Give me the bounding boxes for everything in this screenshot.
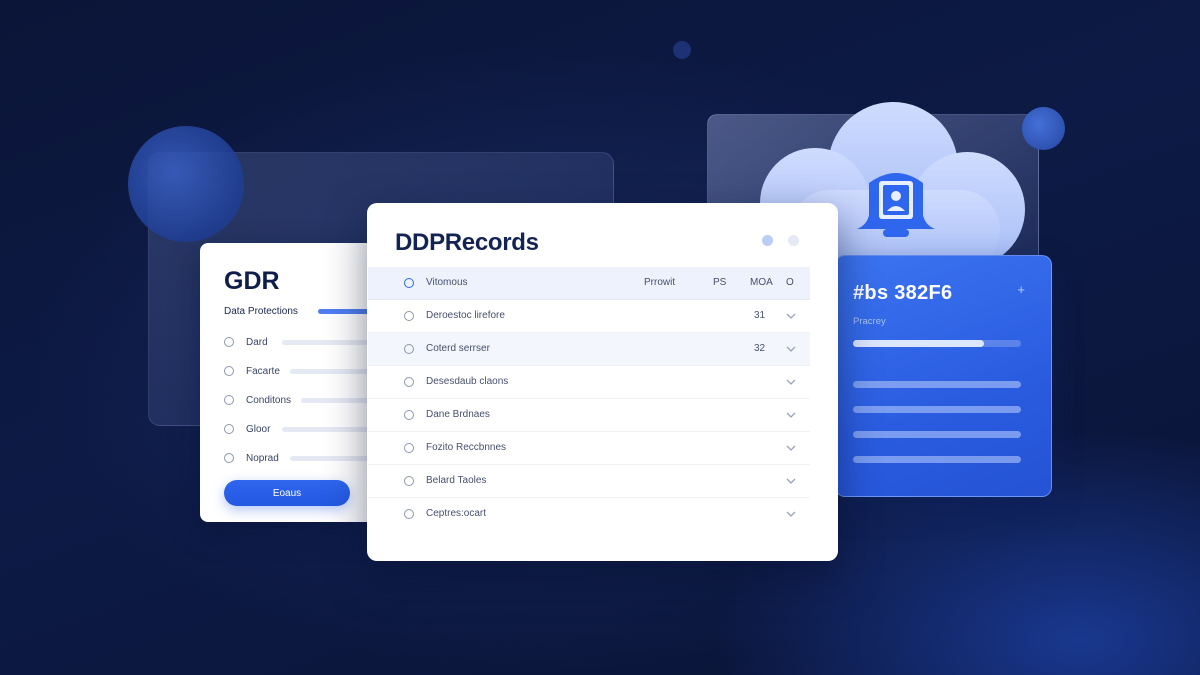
decor-orb-top [673, 41, 691, 59]
chevron-down-icon[interactable] [785, 376, 797, 388]
gdr-option-label: Noprad [246, 452, 279, 464]
row-radio[interactable] [404, 443, 414, 453]
row-radio[interactable] [404, 509, 414, 519]
gdr-option-label: Conditons [246, 394, 292, 406]
gdr-subtitle-bar [318, 309, 370, 314]
radio-button[interactable] [224, 366, 234, 376]
placeholder-line [853, 406, 1021, 413]
gdr-option[interactable]: Dard [224, 335, 268, 349]
placeholder-line [853, 456, 1021, 463]
progress-bar [853, 340, 1021, 347]
records-table: Vitomous Prrowit PS MOA O Deroestoc lire… [368, 267, 810, 530]
gdr-option-label: Dard [246, 336, 268, 348]
table-row[interactable]: Fozito Reccbnnes [368, 432, 810, 465]
radio-button[interactable] [224, 337, 234, 347]
chevron-down-icon[interactable] [785, 475, 797, 487]
window-dot[interactable] [788, 235, 799, 246]
color-card-subtitle: Pracrey [853, 316, 886, 327]
color-card-title: #bs 382F6 [853, 282, 953, 304]
gdr-title: GDR [224, 267, 280, 295]
table-row[interactable]: Dane Brdnaes [368, 399, 810, 432]
table-row[interactable]: Belard Taoles [368, 465, 810, 498]
placeholder-line [282, 427, 370, 432]
placeholder-line [853, 381, 1021, 388]
records-title: DDPRecords [395, 229, 539, 256]
gdr-subtitle: Data Protections [224, 306, 298, 317]
radio-button[interactable] [224, 424, 234, 434]
table-header: Vitomous Prrowit PS MOA O [368, 267, 810, 300]
chevron-down-icon[interactable] [785, 310, 797, 322]
table-row[interactable]: Desesdaub claons [368, 366, 810, 399]
header-col: MOA [750, 277, 773, 288]
gdr-option[interactable]: Facarte [224, 364, 280, 378]
chevron-down-icon[interactable] [785, 409, 797, 421]
gdr-option[interactable]: Conditons [224, 393, 291, 407]
chevron-down-icon[interactable] [785, 442, 797, 454]
placeholder-line [301, 398, 370, 403]
gdr-card: GDR Data Protections Dard Facarte Condit… [200, 243, 370, 522]
gdr-option[interactable]: Gloor [224, 422, 270, 436]
gdr-option[interactable]: Noprad [224, 451, 279, 465]
select-all-radio[interactable] [404, 278, 414, 288]
window-dot[interactable] [762, 235, 773, 246]
gdr-option-label: Gloor [246, 423, 271, 435]
chevron-down-icon[interactable] [785, 343, 797, 355]
placeholder-line [282, 340, 370, 345]
row-value: 31 [754, 310, 766, 321]
radio-button[interactable] [224, 395, 234, 405]
header-col: PS [713, 277, 727, 288]
row-radio[interactable] [404, 476, 414, 486]
row-name: Fozito Reccbnnes [426, 442, 507, 453]
placeholder-line [290, 369, 370, 374]
row-name: Dane Brdnaes [426, 409, 490, 420]
table-row[interactable]: Coterd serrser 32 [368, 333, 810, 366]
row-name: Coterd serrser [426, 343, 490, 354]
decor-orb-left [128, 126, 244, 242]
records-card: DDPRecords Vitomous Prrowit PS MOA O Der… [367, 203, 838, 561]
gdr-option-label: Facarte [246, 365, 280, 377]
row-radio[interactable] [404, 410, 414, 420]
header-col: O [786, 277, 794, 288]
row-name: Desesdaub claons [426, 376, 509, 387]
radio-button[interactable] [224, 453, 234, 463]
header-name: Vitomous [426, 277, 468, 288]
chevron-down-icon[interactable] [785, 508, 797, 520]
row-name: Belard Taoles [426, 475, 487, 486]
row-radio[interactable] [404, 344, 414, 354]
submit-button[interactable]: Eoaus [224, 480, 350, 506]
row-radio[interactable] [404, 377, 414, 387]
placeholder-line [853, 431, 1021, 438]
row-value: 32 [754, 343, 766, 354]
lock-user-icon [857, 173, 935, 237]
row-name: Deroestoc lirefore [426, 310, 505, 321]
placeholder-line [290, 456, 370, 461]
row-radio[interactable] [404, 311, 414, 321]
color-card: #bs 382F6 + Pracrey [835, 255, 1052, 497]
add-icon[interactable]: + [1017, 282, 1025, 297]
table-row[interactable]: Deroestoc lirefore 31 [368, 300, 810, 333]
row-name: Ceptres:ocart [426, 508, 487, 519]
table-row[interactable]: Ceptres:ocart [368, 498, 810, 530]
header-col: Prrowit [644, 277, 676, 288]
progress-bar-fill [853, 340, 985, 347]
